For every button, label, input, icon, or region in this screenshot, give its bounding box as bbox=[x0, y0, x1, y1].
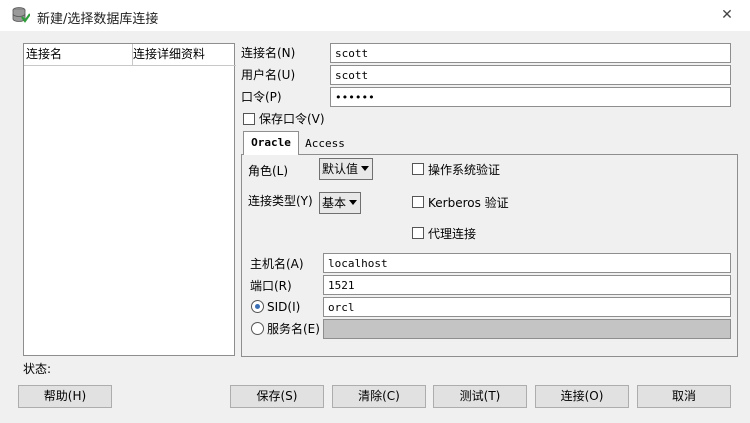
service-name-radio[interactable] bbox=[251, 322, 264, 335]
chevron-down-icon bbox=[361, 166, 369, 171]
connect-button[interactable]: 连接(O) bbox=[535, 385, 629, 408]
service-name-input[interactable] bbox=[323, 319, 731, 339]
sid-radio[interactable] bbox=[251, 300, 264, 313]
kerberos-auth-label: Kerberos 验证 bbox=[428, 196, 509, 210]
connection-list[interactable]: 连接名 连接详细资料 bbox=[23, 43, 236, 356]
window-title: 新建/选择数据库连接 bbox=[37, 12, 159, 27]
username-input[interactable] bbox=[330, 65, 731, 85]
help-button[interactable]: 帮助(H) bbox=[18, 385, 112, 408]
database-icon bbox=[12, 6, 31, 24]
role-select[interactable]: 默认值 bbox=[319, 158, 373, 180]
tab-access[interactable]: Access bbox=[300, 134, 350, 154]
sid-label: SID(I) bbox=[267, 300, 301, 314]
status-label: 状态: bbox=[23, 362, 52, 376]
save-password-label: 保存口令(V) bbox=[259, 112, 325, 126]
service-name-label: 服务名(E) bbox=[267, 322, 320, 336]
username-label: 用户名(U) bbox=[241, 68, 296, 82]
kerberos-auth-checkbox[interactable] bbox=[412, 196, 424, 208]
save-button[interactable]: 保存(S) bbox=[230, 385, 324, 408]
role-select-value: 默认值 bbox=[322, 162, 359, 176]
password-input[interactable] bbox=[330, 87, 731, 107]
tab-oracle[interactable]: Oracle bbox=[243, 131, 299, 155]
clear-button[interactable]: 清除(C) bbox=[332, 385, 426, 408]
os-auth-checkbox[interactable] bbox=[412, 163, 424, 175]
conn-name-label: 连接名(N) bbox=[241, 46, 296, 60]
conn-type-select-value: 基本 bbox=[322, 196, 347, 210]
chevron-down-icon bbox=[349, 200, 357, 205]
column-header-conn-detail[interactable]: 连接详细资料 bbox=[131, 44, 236, 66]
save-password-checkbox[interactable] bbox=[243, 113, 255, 125]
port-label: 端口(R) bbox=[250, 279, 292, 293]
hostname-label: 主机名(A) bbox=[250, 257, 304, 271]
role-label: 角色(L) bbox=[248, 164, 289, 178]
column-header-conn-name[interactable]: 连接名 bbox=[24, 44, 133, 66]
conn-type-label: 连接类型(Y) bbox=[248, 194, 313, 208]
close-icon[interactable]: ✕ bbox=[716, 5, 738, 25]
test-button[interactable]: 测试(T) bbox=[433, 385, 527, 408]
sid-input[interactable] bbox=[323, 297, 731, 317]
port-input[interactable] bbox=[323, 275, 731, 295]
cancel-button[interactable]: 取消 bbox=[637, 385, 731, 408]
password-label: 口令(P) bbox=[241, 90, 282, 104]
proxy-conn-checkbox[interactable] bbox=[412, 227, 424, 239]
hostname-input[interactable] bbox=[323, 253, 731, 273]
conn-type-select[interactable]: 基本 bbox=[319, 192, 361, 214]
os-auth-label: 操作系统验证 bbox=[428, 163, 501, 177]
proxy-conn-label: 代理连接 bbox=[428, 227, 477, 241]
conn-name-input[interactable] bbox=[330, 43, 731, 63]
